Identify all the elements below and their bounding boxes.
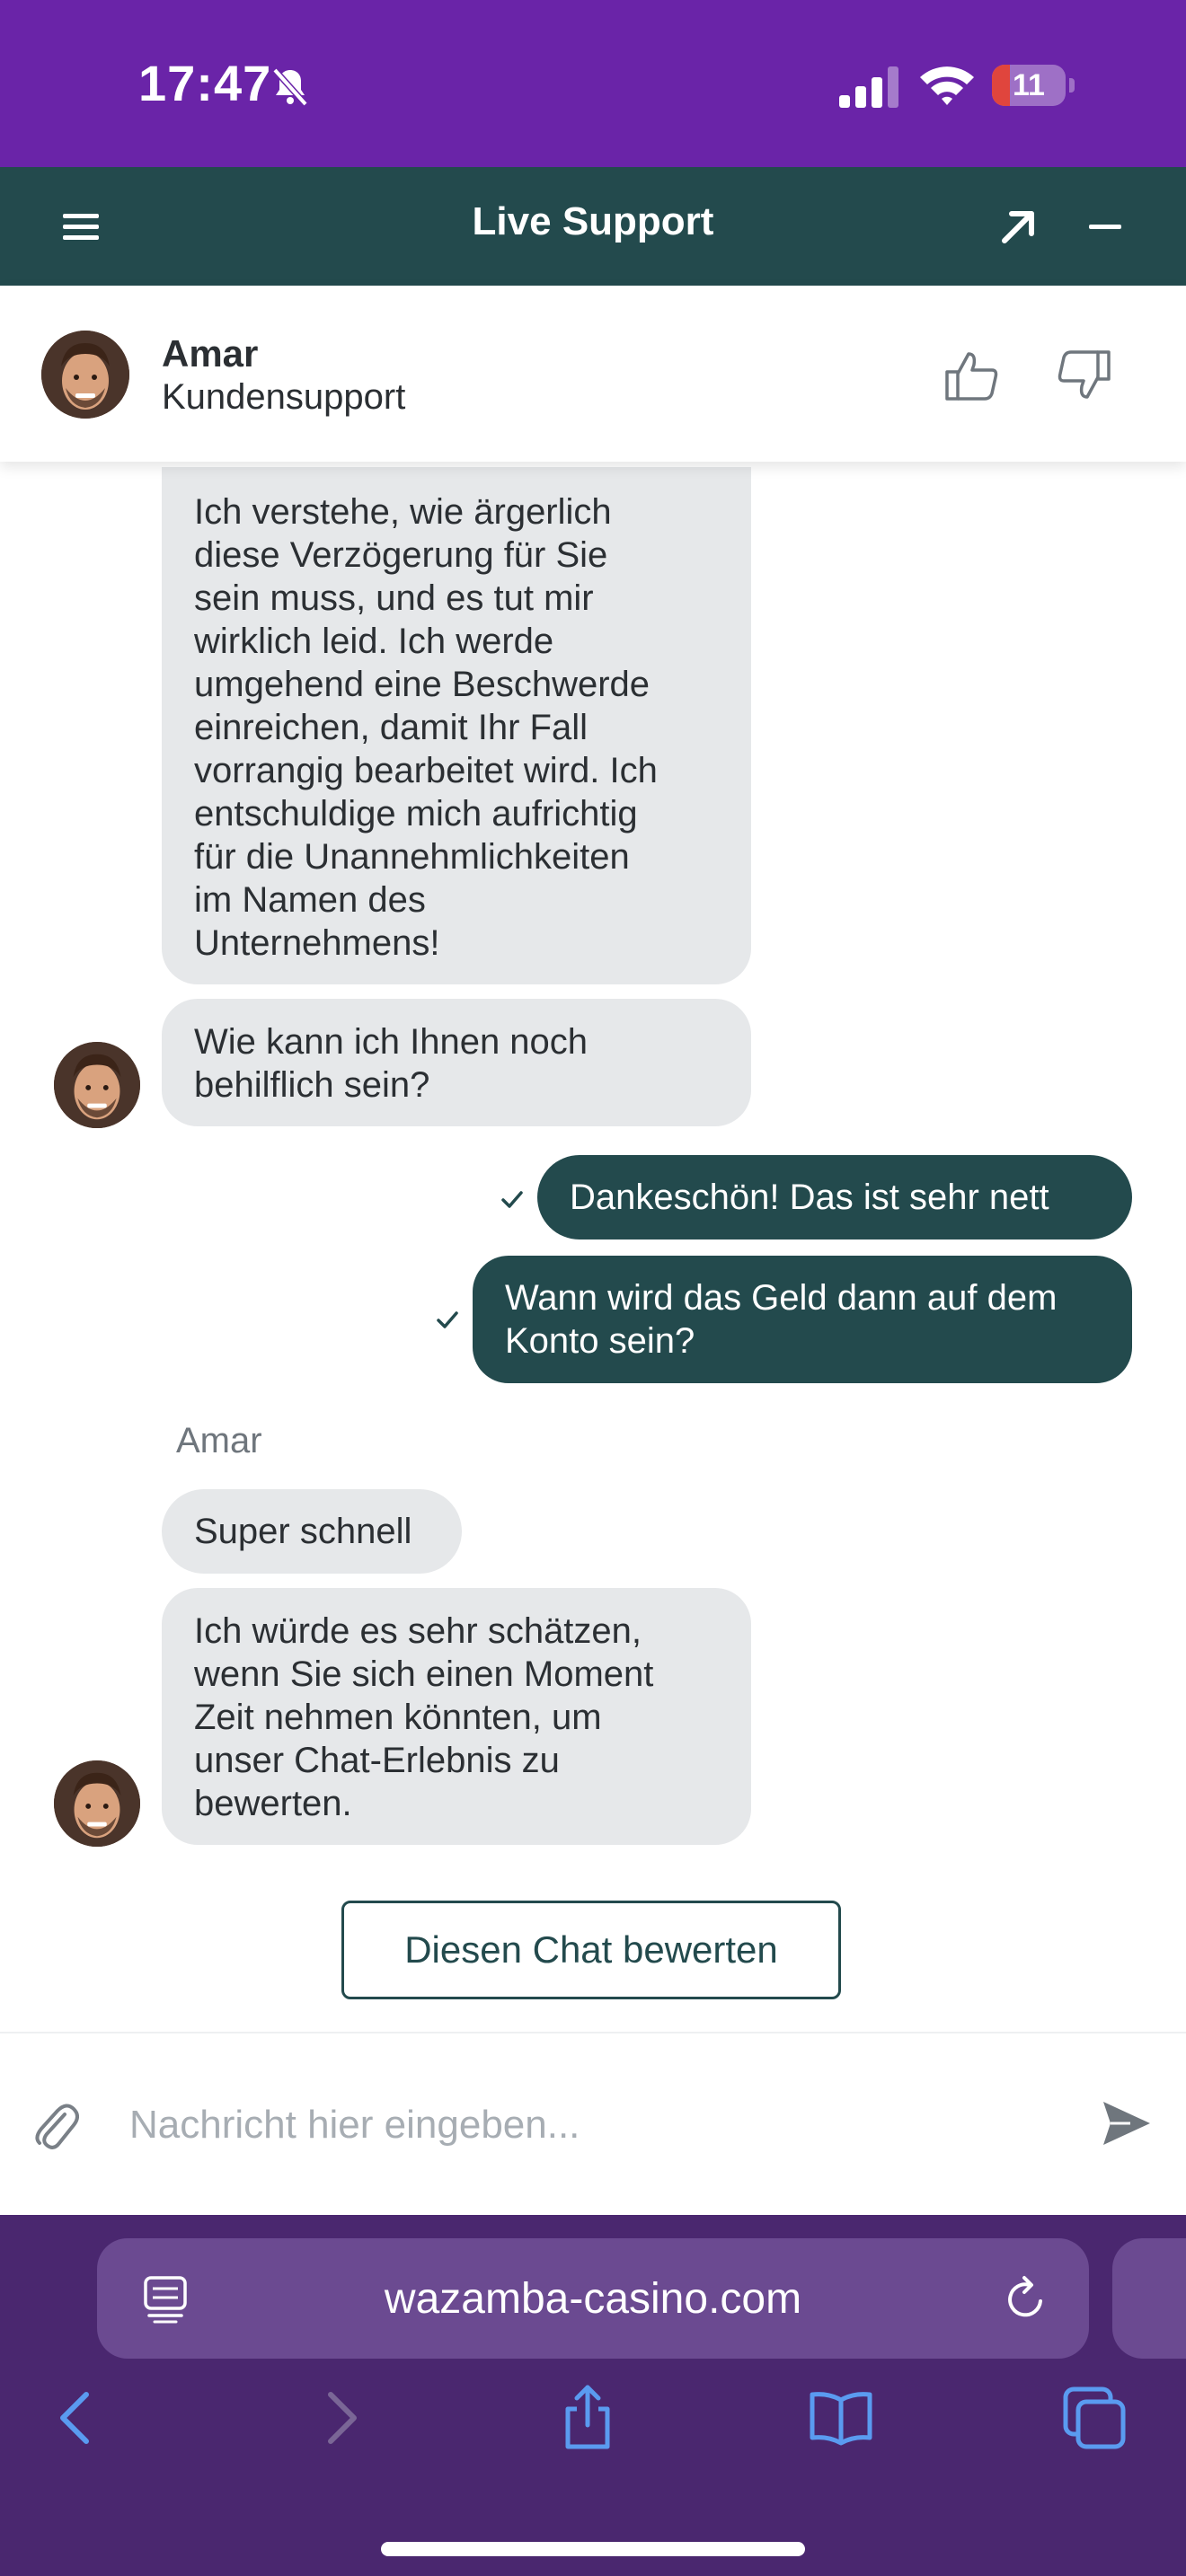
agent-avatar — [54, 1042, 140, 1128]
agent-avatar — [54, 1760, 140, 1847]
message-composer — [0, 2032, 1186, 2217]
agent-role: Kundensupport — [162, 377, 406, 417]
chat-header: Live Support — [0, 167, 1186, 286]
checkmark-icon — [501, 1191, 523, 1208]
minimize-icon[interactable] — [1082, 203, 1128, 250]
battery-level: 11 — [1013, 68, 1045, 102]
share-icon[interactable] — [552, 2382, 624, 2454]
cellular-signal-icon — [839, 66, 898, 108]
thumbs-up-icon[interactable] — [943, 347, 1001, 404]
agent-avatar — [41, 331, 129, 419]
checkmark-icon — [437, 1311, 458, 1328]
forward-icon[interactable] — [304, 2382, 376, 2454]
status-bar: 17:47 11 — [0, 0, 1186, 167]
clock: 17:47 — [138, 55, 272, 111]
thumbs-down-icon[interactable] — [1055, 347, 1112, 404]
bell-slash-icon — [272, 67, 308, 107]
user-message: Dankeschön! Das ist sehr nett — [537, 1155, 1132, 1239]
user-message: Wann wird das Geld dann auf dem Konto se… — [473, 1256, 1132, 1383]
rate-chat-button[interactable]: Diesen Chat bewerten — [341, 1901, 841, 1999]
agent-name: Amar — [162, 332, 259, 375]
home-indicator — [381, 2542, 805, 2556]
paperclip-icon[interactable] — [31, 2098, 79, 2152]
send-icon[interactable] — [1100, 2096, 1154, 2150]
url-text[interactable]: wazamba-casino.com — [97, 2274, 1089, 2324]
agent-message: Ich würde es sehr schätzen, wenn Sie sic… — [162, 1588, 751, 1845]
tabs-icon[interactable] — [1058, 2382, 1130, 2454]
reload-icon[interactable] — [1001, 2274, 1051, 2325]
back-icon[interactable] — [41, 2382, 113, 2454]
wifi-icon — [920, 66, 974, 105]
agent-message: Super schnell — [162, 1489, 462, 1574]
sender-name-label: Amar — [176, 1421, 262, 1460]
agent-message: Wie kann ich Ihnen noch behilflich sein? — [162, 999, 751, 1126]
agent-info-bar: Amar Kundensupport — [0, 286, 1186, 462]
agent-message: Ich verstehe, wie ärgerlich diese Verzög… — [162, 467, 751, 984]
address-bar[interactable]: wazamba-casino.com — [97, 2238, 1089, 2359]
battery-icon: 11 — [992, 65, 1075, 108]
bookmarks-icon[interactable] — [805, 2382, 877, 2454]
message-input[interactable] — [129, 2089, 1046, 2161]
expand-arrow-icon[interactable] — [996, 203, 1042, 250]
browser-toolbar: wazamba-casino.com — [0, 2215, 1186, 2576]
next-tab-preview[interactable] — [1112, 2238, 1186, 2359]
